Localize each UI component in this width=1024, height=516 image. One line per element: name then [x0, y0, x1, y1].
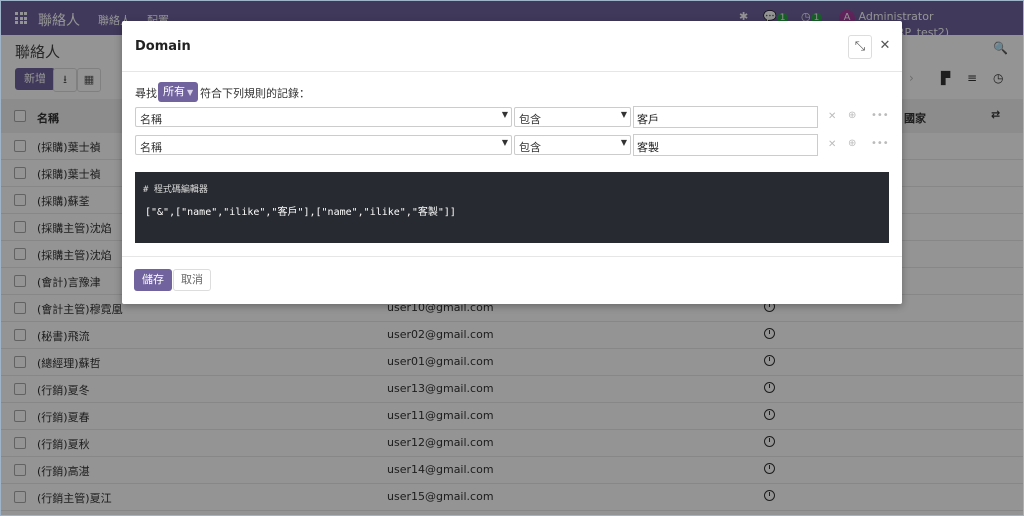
match-select[interactable]: 所有 ▼ [158, 82, 199, 102]
add-branch-icon[interactable]: ••• [871, 138, 889, 149]
match-prefix: 尋找 [135, 87, 157, 100]
domain-code[interactable]: ["&",["name","ilike","客戶"],["name","ilik… [145, 203, 456, 218]
rule-value: 客戶 [637, 113, 659, 126]
rule-operator: 包含 [519, 113, 541, 126]
caret-down-icon: ▼ [501, 138, 508, 147]
caret-down-icon: ▼ [187, 88, 194, 97]
match-suffix: 符合下列規則的記錄： [200, 87, 310, 100]
delete-rule-icon[interactable]: ✕ [828, 139, 836, 150]
caret-down-icon: ▼ [620, 138, 627, 147]
rule-value-input[interactable]: 客戶 [633, 106, 818, 128]
code-editor[interactable]: # 程式碼編輯器 ["&",["name","ilike","客戶"],["na… [135, 172, 889, 243]
rule-field-select[interactable]: 名稱 ▼ [135, 135, 512, 155]
add-rule-icon[interactable]: ⊕ [848, 138, 856, 149]
minimize-icon[interactable]: ⤡ [848, 35, 872, 59]
rule-value-input[interactable]: 客製 [633, 134, 818, 156]
domain-dialog: Domain ⤡ ✕ 尋找 所有 ▼ 符合下列規則的記錄： 名稱 ▼ 包含 ▼ 客戶 … [122, 21, 902, 304]
add-rule-icon[interactable]: ⊕ [848, 110, 856, 121]
rule-value: 客製 [637, 141, 659, 154]
caret-down-icon: ▼ [501, 110, 508, 119]
app-window: 聯絡人 聯絡人 配置 ✱ 💬1 ◷1 A Administrator (odoo… [0, 0, 1024, 516]
rule-operator-select[interactable]: 包含 ▼ [514, 135, 631, 155]
divider [122, 71, 902, 72]
close-icon[interactable]: ✕ [874, 35, 896, 57]
rule-field: 名稱 [140, 113, 162, 126]
rule-field: 名稱 [140, 141, 162, 154]
dialog-title: Domain [135, 39, 191, 54]
cancel-button[interactable]: 取消 [173, 269, 211, 291]
rule-operator: 包含 [519, 141, 541, 154]
caret-down-icon: ▼ [620, 110, 627, 119]
divider [122, 256, 902, 257]
rule-operator-select[interactable]: 包含 ▼ [514, 107, 631, 127]
delete-rule-icon[interactable]: ✕ [828, 111, 836, 122]
save-button[interactable]: 儲存 [134, 269, 172, 291]
code-editor-label: # 程式碼編輯器 [143, 185, 208, 195]
rule-field-select[interactable]: 名稱 ▼ [135, 107, 512, 127]
match-value: 所有 [163, 85, 185, 98]
add-branch-icon[interactable]: ••• [871, 110, 889, 121]
